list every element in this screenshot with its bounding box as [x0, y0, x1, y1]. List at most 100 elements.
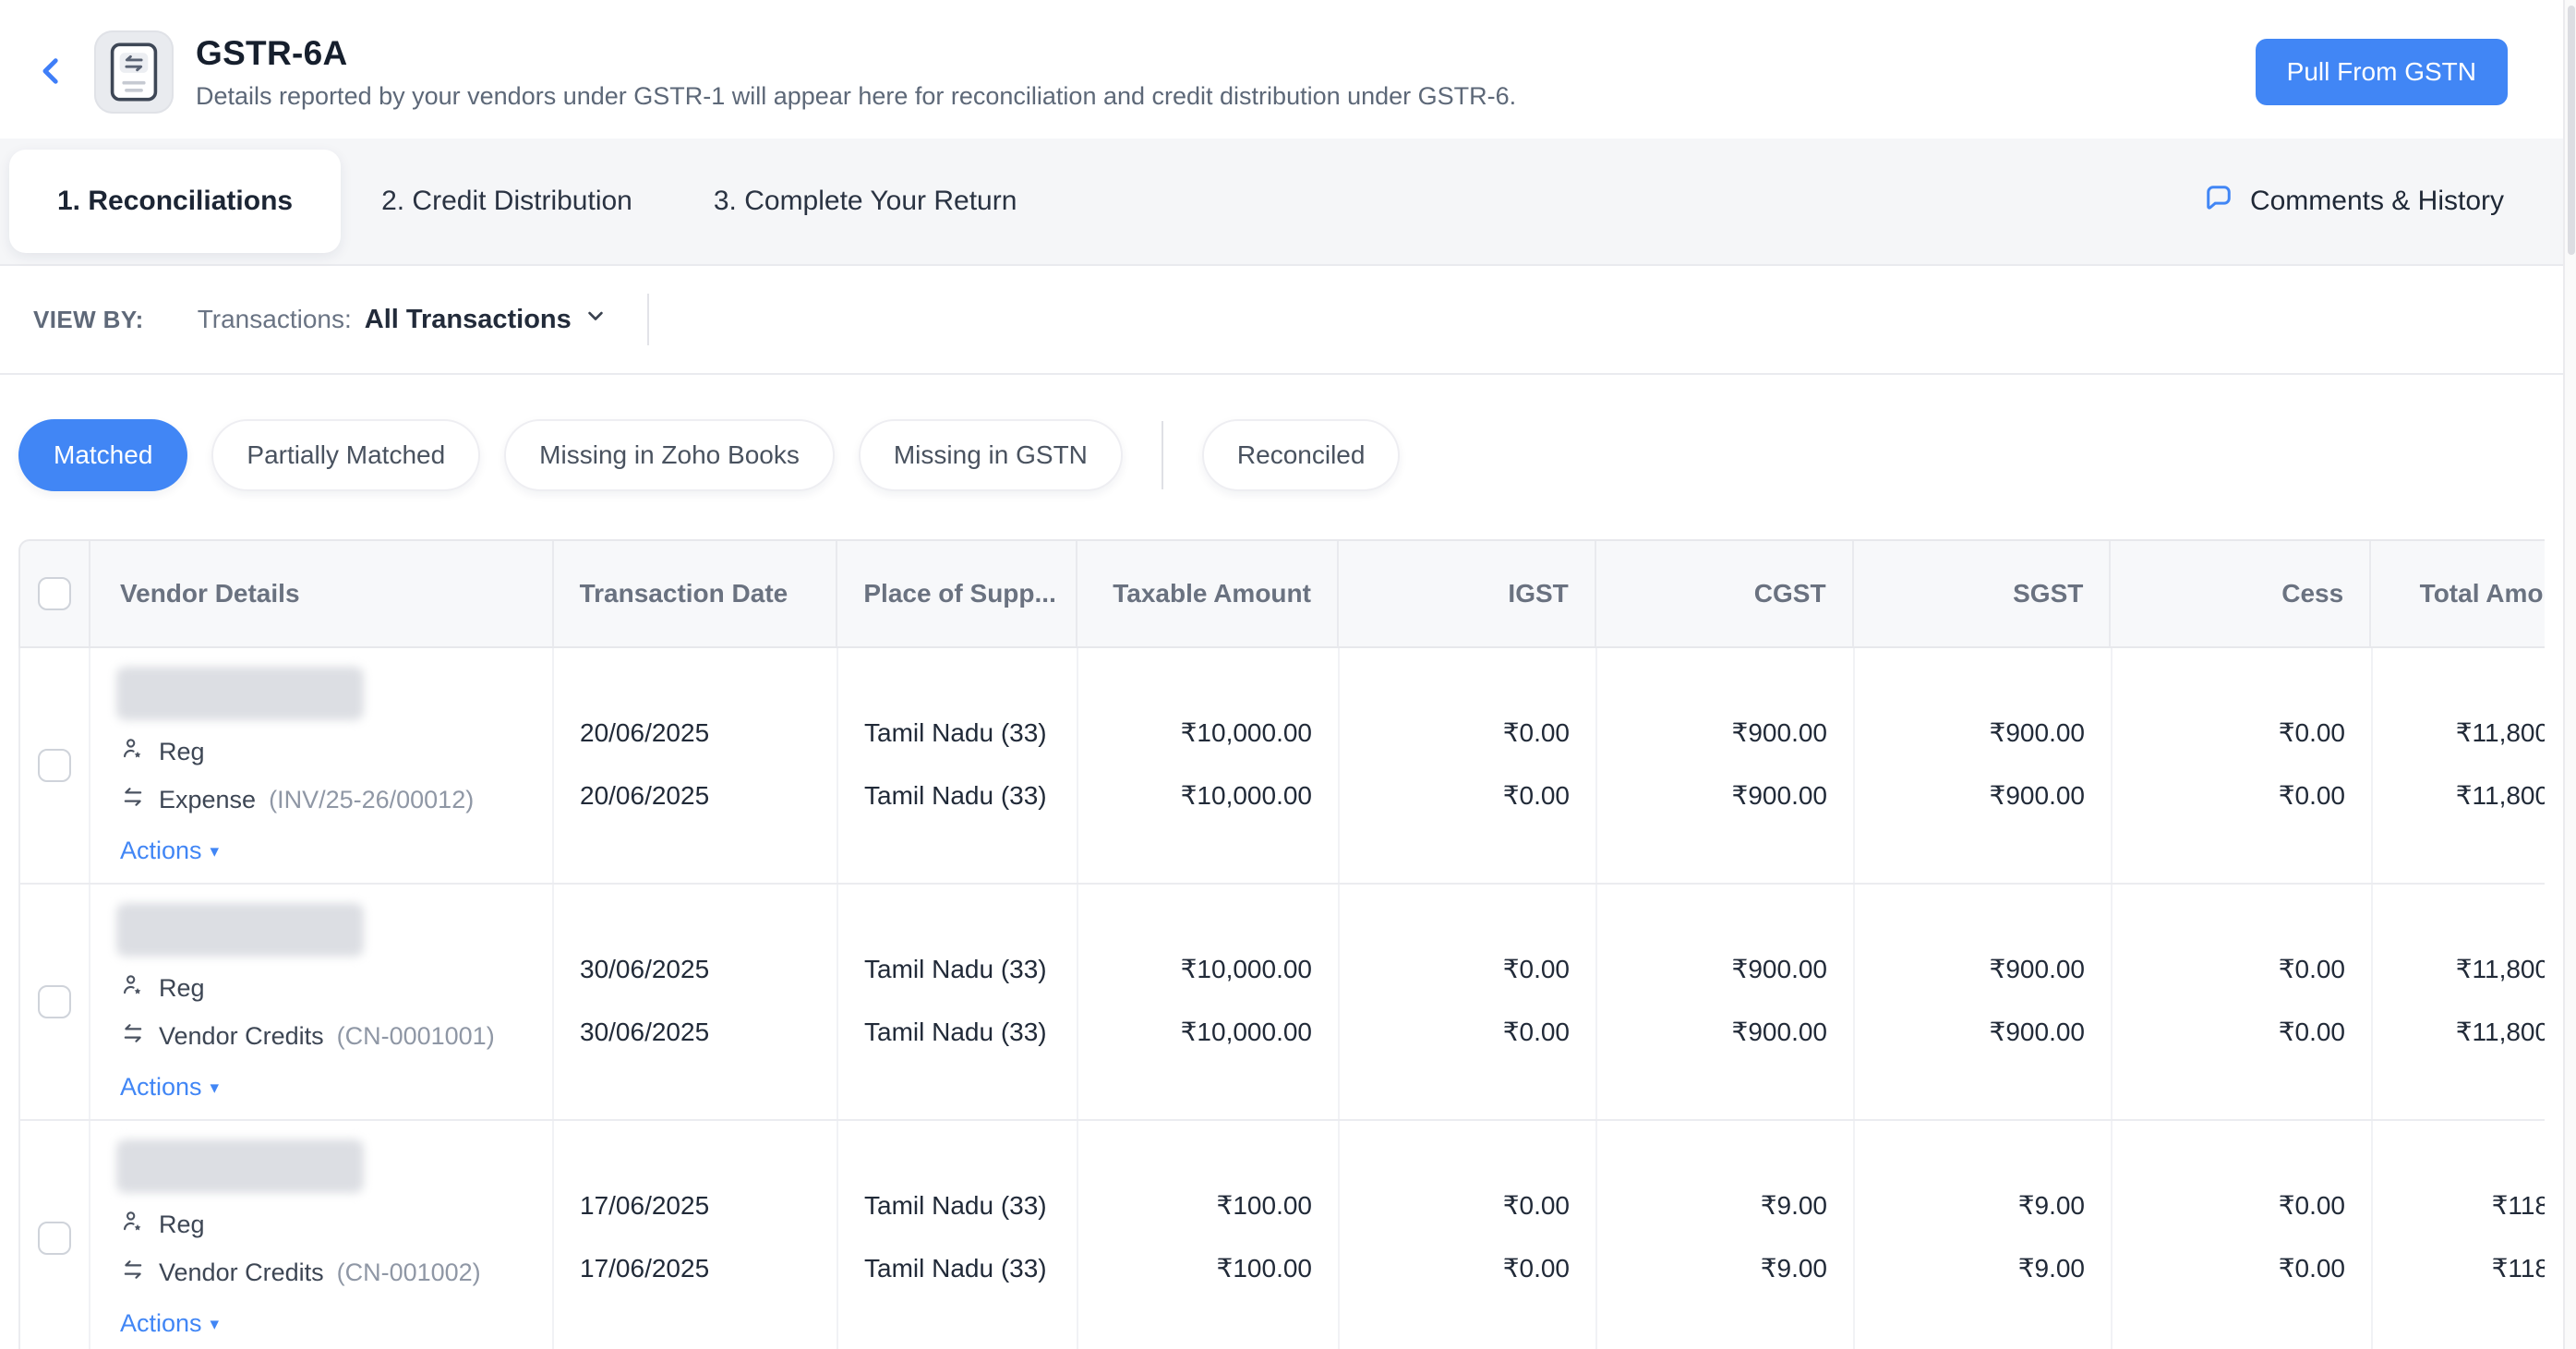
igst-value: ₹0.00 — [1502, 781, 1570, 810]
row-checkbox[interactable] — [38, 749, 71, 782]
place-of-supply-cell: Tamil Nadu (33) Tamil Nadu (33) — [838, 1121, 1078, 1349]
tab-complete-your-return[interactable]: 3. Complete Your Return — [673, 186, 1058, 217]
sgst-value: ₹900.00 — [1989, 955, 2085, 983]
comments-history-button[interactable]: Comments & History — [2202, 181, 2576, 222]
document-type-label: Vendor Credits — [159, 1022, 324, 1050]
sgst-value: ₹900.00 — [1989, 718, 2085, 747]
filter-pill-reconciled[interactable]: Reconciled — [1201, 419, 1401, 491]
row-checkbox[interactable] — [38, 985, 71, 1018]
scrollbar-thumb[interactable] — [2568, 6, 2575, 255]
filter-pill-partially-matched[interactable]: Partially Matched — [211, 419, 481, 491]
document-type-label: Vendor Credits — [159, 1259, 324, 1286]
place-of-supply-value: Tamil Nadu (33) — [864, 1191, 1047, 1220]
vendor-details-cell: Reg Vendor Credits (CN-0001001) Actions ▾ — [90, 885, 554, 1119]
igst-value: ₹0.00 — [1502, 1191, 1570, 1220]
column-header-igst: IGST — [1339, 541, 1596, 646]
cess-cell: ₹0.00 ₹0.00 — [2113, 648, 2373, 883]
tab-reconciliations[interactable]: 1. Reconciliations — [9, 150, 342, 253]
document-reference: (CN-001002) — [336, 1259, 481, 1286]
total-amount-value: ₹11,800.00 — [2455, 718, 2545, 747]
sgst-value: ₹900.00 — [1989, 781, 2085, 810]
cess-value: ₹0.00 — [2278, 1254, 2345, 1283]
caret-down-icon: ▾ — [210, 1078, 220, 1098]
swap-arrows-icon — [120, 784, 146, 816]
taxable-amount-value: ₹10,000.00 — [1180, 781, 1312, 810]
taxable-amount-value: ₹10,000.00 — [1180, 955, 1312, 983]
transactions-filter-value: All Transactions — [364, 304, 572, 334]
select-all-cell — [20, 541, 90, 646]
table-header-row: Vendor Details Transaction Date Place of S… — [18, 539, 2545, 648]
vendor-details-cell: Reg Expense (INV/25-26/00012) Actions ▾ — [90, 648, 554, 883]
total-amount-value: ₹11,800.00 — [2455, 781, 2545, 810]
cgst-value: ₹900.00 — [1731, 955, 1827, 983]
transaction-date-value: 20/06/2025 — [580, 781, 710, 810]
vendor-gst-type: Reg — [120, 736, 205, 768]
igst-value: ₹0.00 — [1502, 718, 1570, 747]
cess-value: ₹0.00 — [2278, 718, 2345, 747]
vendor-name-redacted — [116, 1139, 364, 1193]
taxable-amount-value: ₹10,000.00 — [1180, 718, 1312, 747]
transactions-filter-dropdown[interactable]: All Transactions — [365, 303, 608, 336]
filter-pill-missing-in-zoho-books[interactable]: Missing in Zoho Books — [504, 419, 835, 491]
cgst-value: ₹900.00 — [1731, 1018, 1827, 1046]
column-header-place-of-supply: Place of Supp... — [837, 541, 1078, 646]
person-icon — [120, 736, 146, 768]
document-reference: (CN-0001001) — [336, 1022, 495, 1050]
cess-value: ₹0.00 — [2278, 1191, 2345, 1220]
place-of-supply-cell: Tamil Nadu (33) Tamil Nadu (33) — [838, 885, 1078, 1119]
gstr-document-icon — [94, 30, 174, 114]
reconciliation-filter-pills: Matched Partially Matched Missing in Zoho … — [0, 375, 2576, 491]
transaction-date-value: 30/06/2025 — [580, 1018, 710, 1046]
gst-type-label: Reg — [159, 974, 205, 1002]
view-by-divider — [646, 294, 649, 345]
column-header-sgst: SGST — [1854, 541, 2112, 646]
caret-down-icon: ▾ — [210, 1315, 220, 1334]
actions-label: Actions — [120, 1073, 202, 1101]
actions-dropdown[interactable]: Actions ▾ — [120, 837, 219, 865]
vendor-name-redacted — [116, 667, 364, 720]
tab-credit-distribution[interactable]: 2. Credit Distribution — [341, 186, 673, 217]
matched-document: Expense (INV/25-26/00012) — [120, 784, 474, 816]
total-amount-cell: ₹118.00 ₹118.00 — [2373, 1121, 2545, 1349]
actions-dropdown[interactable]: Actions ▾ — [120, 1073, 219, 1102]
igst-cell: ₹0.00 ₹0.00 — [1340, 885, 1597, 1119]
caret-down-icon: ▾ — [210, 842, 220, 861]
page-header: GSTR-6A Details reported by your vendors… — [0, 0, 2576, 139]
vertical-scrollbar[interactable] — [2563, 0, 2576, 1349]
total-amount-value: ₹11,800.00 — [2455, 1018, 2545, 1046]
tab-bar: 1. Reconciliations 2. Credit Distributio… — [0, 139, 2576, 266]
pull-from-gstn-button[interactable]: Pull From GSTN — [2255, 39, 2508, 105]
view-by-row: VIEW BY: Transactions: All Transactions — [0, 266, 2576, 375]
igst-cell: ₹0.00 ₹0.00 — [1340, 648, 1597, 883]
filter-pill-matched[interactable]: Matched — [18, 419, 188, 491]
sgst-cell: ₹9.00 ₹9.00 — [1855, 1121, 2113, 1349]
total-amount-cell: ₹11,800.00 ₹11,800.00 — [2373, 648, 2545, 883]
sgst-value: ₹9.00 — [2017, 1254, 2085, 1283]
page-subtitle: Details reported by your vendors under G… — [196, 81, 1517, 110]
row-checkbox[interactable] — [38, 1222, 71, 1255]
cgst-cell: ₹900.00 ₹900.00 — [1597, 885, 1855, 1119]
total-amount-value: ₹118.00 — [2491, 1191, 2545, 1220]
vendor-gst-type: Reg — [120, 1209, 205, 1241]
igst-value: ₹0.00 — [1502, 955, 1570, 983]
filter-pill-missing-in-gstn[interactable]: Missing in GSTN — [858, 419, 1123, 491]
column-header-taxable-amount: Taxable Amount — [1077, 541, 1339, 646]
document-reference: (INV/25-26/00012) — [269, 786, 475, 813]
back-button[interactable] — [31, 47, 72, 98]
column-header-transaction-date: Transaction Date — [554, 541, 838, 646]
transactions-filter-label: Transactions: — [197, 305, 352, 333]
gst-type-label: Reg — [159, 738, 205, 765]
column-header-total-amount: Total Amount — [2371, 541, 2545, 646]
taxable-amount-value: ₹10,000.00 — [1180, 1018, 1312, 1046]
cess-value: ₹0.00 — [2278, 781, 2345, 810]
actions-dropdown[interactable]: Actions ▾ — [120, 1309, 219, 1338]
place-of-supply-value: Tamil Nadu (33) — [864, 1018, 1047, 1046]
transaction-date-value: 17/06/2025 — [580, 1191, 710, 1220]
cgst-value: ₹9.00 — [1760, 1191, 1827, 1220]
taxable-amount-value: ₹100.00 — [1216, 1191, 1312, 1220]
table-row: Reg Vendor Credits (CN-001002) Actions ▾ 17/0… — [18, 1121, 2545, 1349]
cgst-value: ₹9.00 — [1760, 1254, 1827, 1283]
gst-type-label: Reg — [159, 1210, 205, 1238]
column-header-vendor-details: Vendor Details — [90, 541, 554, 646]
select-all-checkbox[interactable] — [38, 577, 71, 610]
